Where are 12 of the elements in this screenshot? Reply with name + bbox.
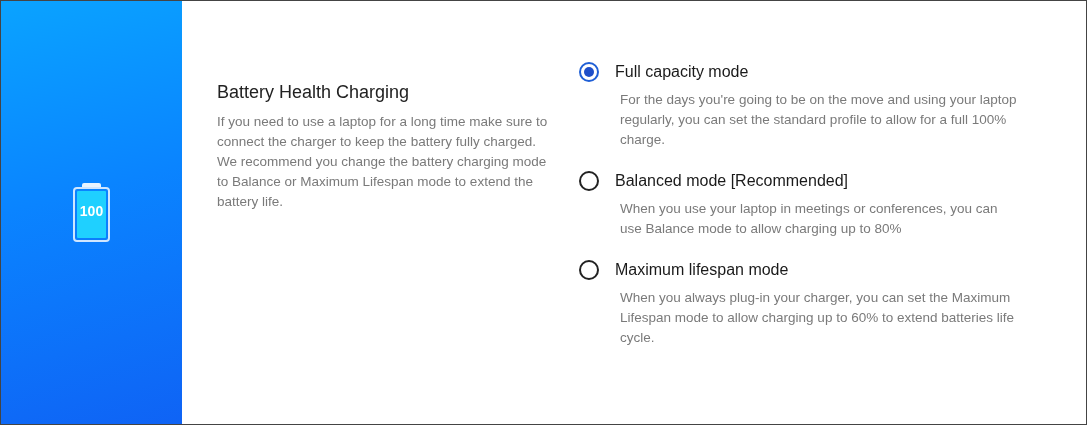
radio-button[interactable] bbox=[579, 62, 599, 82]
mode-description: For the days you're going to be on the move and using your laptop regularly, you can set the standard profile to allow for a full 100% charge. bbox=[620, 91, 1018, 149]
section-description: If you need to use a laptop for a long time make sure to connect the charger to keep the battery fully charged. We recommend you change the battery charging mode to Balance or Maximum Lifespan mode to extend the battery life. bbox=[217, 113, 549, 211]
mode-label: Full capacity mode bbox=[615, 63, 749, 81]
battery-percentage: 100 bbox=[78, 203, 105, 219]
radio-button[interactable] bbox=[579, 260, 599, 280]
mode-label: Balanced mode [Recommended] bbox=[615, 172, 849, 190]
mode-description: When you use your laptop in meetings or conferences, you can use Balance mode to allow charging up to 80% bbox=[620, 200, 999, 238]
section-title: Battery Health Charging bbox=[217, 82, 411, 103]
mode-description: When you always plug-in your charger, you can set the Maximum Lifespan mode to allow charging up to 60% to extend batteries life cycle. bbox=[620, 289, 1015, 347]
radio-button[interactable] bbox=[579, 171, 599, 191]
mode-label: Maximum lifespan mode bbox=[615, 261, 789, 279]
